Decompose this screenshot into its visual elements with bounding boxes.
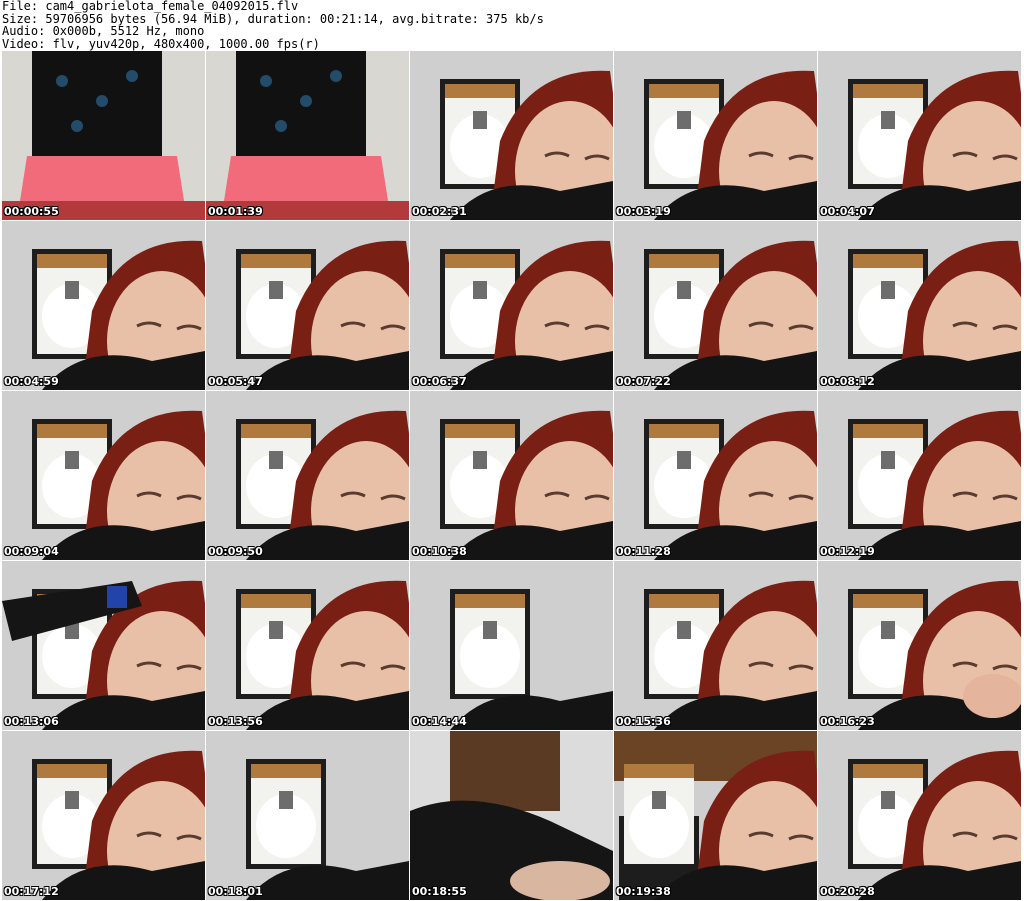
thumbnail-timestamp: 00:00:55 xyxy=(4,205,59,218)
video-thumbnail[interactable]: 00:18:01 xyxy=(206,731,409,900)
thumbnail-image xyxy=(2,221,205,390)
thumbnail-image xyxy=(614,221,817,390)
file-info-header: File: cam4_gabrielota_female_04092015.fl… xyxy=(2,0,1022,50)
video-thumbnail[interactable]: 00:00:55 xyxy=(2,51,205,220)
video-thumbnail[interactable]: 00:19:38 xyxy=(614,731,817,900)
thumbnail-image xyxy=(206,51,409,220)
video-thumbnail[interactable]: 00:17:12 xyxy=(2,731,205,900)
thumbnail-timestamp: 00:16:23 xyxy=(820,715,875,728)
video-thumbnail[interactable]: 00:13:56 xyxy=(206,561,409,730)
thumbnail-timestamp: 00:15:36 xyxy=(616,715,671,728)
thumbnail-image xyxy=(206,221,409,390)
thumbnail-timestamp: 00:17:12 xyxy=(4,885,59,898)
thumbnail-image xyxy=(410,391,613,560)
video-thumbnail[interactable]: 00:12:19 xyxy=(818,391,1021,560)
thumbnail-timestamp: 00:18:55 xyxy=(412,885,467,898)
thumbnail-timestamp: 00:04:59 xyxy=(4,375,59,388)
thumbnail-timestamp: 00:10:38 xyxy=(412,545,467,558)
thumbnail-timestamp: 00:13:56 xyxy=(208,715,263,728)
thumbnail-grid: 00:00:55 00:01:39 00:02:31 00:03:19 00:0… xyxy=(2,51,1022,901)
audio-info-line: Audio: 0x000b, 5512 Hz, mono xyxy=(2,24,205,38)
video-thumbnail[interactable]: 00:11:28 xyxy=(614,391,817,560)
video-thumbnail[interactable]: 00:04:59 xyxy=(2,221,205,390)
video-thumbnail[interactable]: 00:13:06 xyxy=(2,561,205,730)
video-thumbnail[interactable]: 00:09:04 xyxy=(2,391,205,560)
thumbnail-image xyxy=(410,731,613,900)
thumbnail-timestamp: 00:07:22 xyxy=(616,375,671,388)
thumbnail-image xyxy=(818,221,1021,390)
thumbnail-image xyxy=(2,391,205,560)
thumbnail-timestamp: 00:18:01 xyxy=(208,885,263,898)
thumbnail-timestamp: 00:09:04 xyxy=(4,545,59,558)
thumbnail-image xyxy=(614,731,817,900)
thumbnail-image xyxy=(818,391,1021,560)
thumbnail-image xyxy=(206,561,409,730)
thumbnail-timestamp: 00:20:28 xyxy=(820,885,875,898)
video-thumbnail[interactable]: 00:14:44 xyxy=(410,561,613,730)
thumbnail-image xyxy=(614,561,817,730)
video-thumbnail[interactable]: 00:10:38 xyxy=(410,391,613,560)
video-thumbnail[interactable]: 00:20:28 xyxy=(818,731,1021,900)
thumbnail-timestamp: 00:02:31 xyxy=(412,205,467,218)
video-thumbnail[interactable]: 00:18:55 xyxy=(410,731,613,900)
thumbnail-timestamp: 00:06:37 xyxy=(412,375,467,388)
video-thumbnail[interactable]: 00:09:50 xyxy=(206,391,409,560)
thumbnail-timestamp: 00:19:38 xyxy=(616,885,671,898)
video-thumbnail[interactable]: 00:03:19 xyxy=(614,51,817,220)
thumbnail-timestamp: 00:12:19 xyxy=(820,545,875,558)
video-thumbnail[interactable]: 00:04:07 xyxy=(818,51,1021,220)
video-thumbnail[interactable]: 00:07:22 xyxy=(614,221,817,390)
thumbnail-image xyxy=(206,391,409,560)
thumbnail-image xyxy=(2,731,205,900)
video-thumbnail[interactable]: 00:08:12 xyxy=(818,221,1021,390)
thumbnail-timestamp: 00:01:39 xyxy=(208,205,263,218)
thumbnail-image xyxy=(818,51,1021,220)
thumbnail-image xyxy=(614,51,817,220)
thumbnail-image xyxy=(818,731,1021,900)
video-thumbnail[interactable]: 00:02:31 xyxy=(410,51,613,220)
video-thumbnail[interactable]: 00:01:39 xyxy=(206,51,409,220)
thumbnail-timestamp: 00:11:28 xyxy=(616,545,671,558)
thumbnail-timestamp: 00:04:07 xyxy=(820,205,875,218)
thumbnail-timestamp: 00:14:44 xyxy=(412,715,467,728)
video-thumbnail[interactable]: 00:05:47 xyxy=(206,221,409,390)
thumbnail-timestamp: 00:03:19 xyxy=(616,205,671,218)
thumbnail-image xyxy=(614,391,817,560)
thumbnail-image xyxy=(410,561,613,730)
thumbnail-image xyxy=(2,561,205,730)
thumbnail-timestamp: 00:05:47 xyxy=(208,375,263,388)
thumbnail-image xyxy=(410,221,613,390)
thumbnail-timestamp: 00:13:06 xyxy=(4,715,59,728)
video-thumbnail[interactable]: 00:16:23 xyxy=(818,561,1021,730)
file-name-line: File: cam4_gabrielota_female_04092015.fl… xyxy=(2,0,299,13)
thumbnail-image xyxy=(410,51,613,220)
thumbnail-image xyxy=(818,561,1021,730)
thumbnail-image xyxy=(2,51,205,220)
thumbnail-timestamp: 00:09:50 xyxy=(208,545,263,558)
video-thumbnail[interactable]: 00:06:37 xyxy=(410,221,613,390)
video-thumbnail[interactable]: 00:15:36 xyxy=(614,561,817,730)
thumbnail-image xyxy=(206,731,409,900)
thumbnail-timestamp: 00:08:12 xyxy=(820,375,875,388)
video-info-line: Video: flv, yuv420p, 480x400, 1000.00 fp… xyxy=(2,36,320,51)
